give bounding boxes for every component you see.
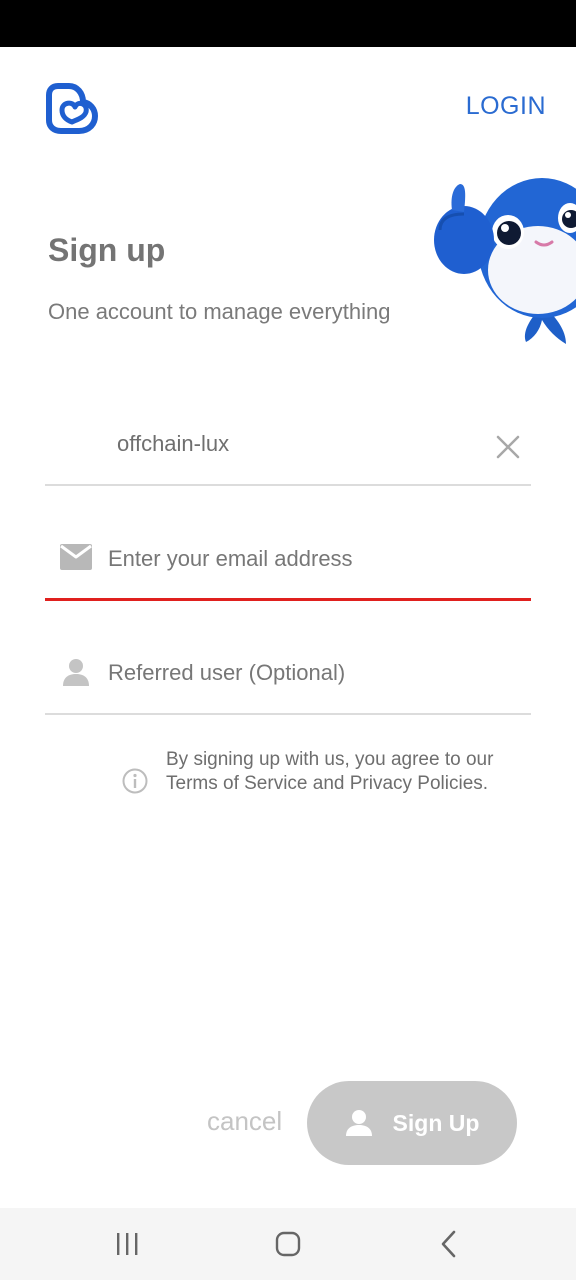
blue-whale-mascot-thumbs-up [434, 178, 576, 344]
signup-button-label: Sign Up [392, 1109, 480, 1136]
signup-screen: LOGIN Sign up One account to manage ever… [0, 0, 576, 1280]
close-icon[interactable] [493, 432, 523, 462]
email-underline-error [45, 598, 531, 601]
person-icon [345, 1110, 372, 1136]
page-subtitle: One account to manage everything [48, 299, 391, 324]
recents-icon[interactable] [109, 1226, 145, 1262]
info-icon [122, 768, 148, 794]
person-icon [63, 659, 89, 686]
terms-text: By signing up with us, you agree to our … [166, 749, 494, 794]
email-field [45, 521, 531, 601]
login-link[interactable]: LOGIN [466, 92, 546, 121]
signup-button[interactable]: Sign Up [307, 1081, 517, 1165]
referral-input[interactable] [108, 635, 508, 711]
username-input[interactable] [117, 406, 477, 482]
back-icon[interactable] [432, 1226, 468, 1262]
cancel-button[interactable]: cancel [207, 1106, 282, 1137]
brand-heart-logo-icon [46, 83, 98, 134]
email-input[interactable] [108, 521, 508, 597]
status-bar [0, 0, 576, 47]
page-title: Sign up [48, 232, 166, 268]
home-icon[interactable] [270, 1226, 306, 1262]
username-underline [45, 484, 531, 486]
referral-underline [45, 713, 531, 715]
envelope-icon [60, 544, 92, 570]
username-field [45, 406, 531, 486]
referral-field [45, 635, 531, 715]
system-nav-bar [0, 1208, 576, 1280]
